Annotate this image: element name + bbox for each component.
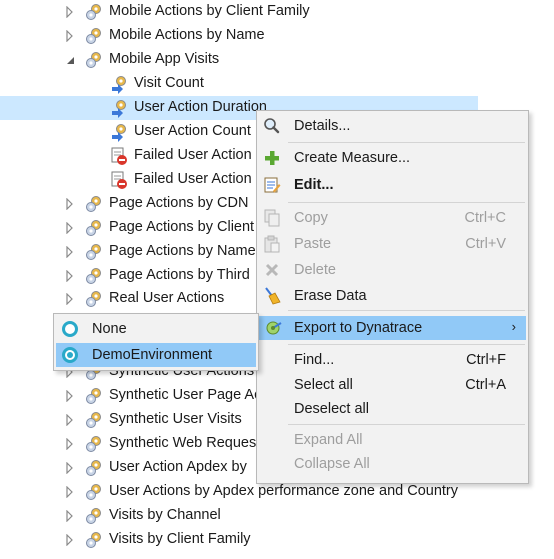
gear-group-icon bbox=[84, 289, 104, 309]
gear-group-icon bbox=[84, 218, 104, 238]
gear-group-icon bbox=[84, 50, 104, 70]
menu-item-delete[interactable]: Delete bbox=[257, 258, 528, 282]
tree-row-label: User Action Count bbox=[134, 123, 251, 139]
tree-row-label: Synthetic Web Reques bbox=[109, 435, 257, 451]
menu-separator bbox=[288, 142, 525, 143]
submenu-item-demoenvironment[interactable]: DemoEnvironment bbox=[56, 343, 256, 367]
copy-icon bbox=[262, 208, 282, 228]
menu-item-erase-data[interactable]: Erase Data bbox=[257, 284, 528, 308]
tree-row-label: Synthetic User Page Ac bbox=[109, 387, 262, 403]
tree-row-label: Page Actions by CDN bbox=[109, 195, 249, 211]
tree-row[interactable]: Visits by Channel bbox=[0, 504, 478, 528]
menu-item-create-measure[interactable]: Create Measure... bbox=[257, 146, 528, 170]
failed-measure-icon bbox=[109, 170, 129, 190]
gear-group-icon bbox=[84, 266, 104, 286]
gear-group-icon bbox=[84, 410, 104, 430]
gear-group-icon bbox=[84, 242, 104, 262]
collapsed-twisty-icon[interactable] bbox=[65, 510, 75, 522]
tree-row[interactable]: Mobile App Visits bbox=[0, 48, 478, 72]
menu-separator bbox=[288, 310, 525, 311]
tree-row-label: Visits by Client Family bbox=[109, 531, 251, 547]
measure-icon bbox=[109, 74, 129, 94]
gear-group-icon bbox=[84, 26, 104, 46]
collapsed-twisty-icon[interactable] bbox=[65, 198, 75, 210]
expanded-twisty-icon[interactable] bbox=[65, 54, 75, 66]
menu-item-paste[interactable]: Paste Ctrl+V bbox=[257, 232, 528, 256]
delete-icon bbox=[262, 260, 282, 280]
menu-item-select-all[interactable]: Select all Ctrl+A bbox=[257, 373, 528, 397]
menu-item-details[interactable]: Details... bbox=[257, 114, 528, 138]
collapsed-twisty-icon[interactable] bbox=[65, 390, 75, 402]
tree-row-label: User Action Apdex by bbox=[109, 459, 247, 475]
collapsed-twisty-icon[interactable] bbox=[65, 270, 75, 282]
gear-group-icon bbox=[84, 386, 104, 406]
tree-row-label: Failed User Action bbox=[134, 147, 252, 163]
submenu-item-none[interactable]: None bbox=[56, 317, 256, 341]
tree-row[interactable]: Visits by Client Family bbox=[0, 528, 478, 552]
submenu-arrow-icon: › bbox=[511, 319, 516, 334]
measure-icon bbox=[109, 122, 129, 142]
collapsed-twisty-icon[interactable] bbox=[65, 534, 75, 546]
collapsed-twisty-icon[interactable] bbox=[65, 438, 75, 450]
magnifier-icon bbox=[262, 116, 282, 136]
export-submenu: None DemoEnvironment bbox=[53, 313, 259, 371]
collapsed-twisty-icon[interactable] bbox=[65, 462, 75, 474]
menu-item-find[interactable]: Find... Ctrl+F bbox=[257, 348, 528, 372]
collapsed-twisty-icon[interactable] bbox=[65, 6, 75, 18]
menu-separator bbox=[288, 344, 525, 345]
gear-group-icon bbox=[84, 434, 104, 454]
menu-separator bbox=[288, 202, 525, 203]
gear-group-icon bbox=[84, 458, 104, 478]
collapsed-twisty-icon[interactable] bbox=[65, 30, 75, 42]
export-icon bbox=[264, 318, 284, 338]
menu-item-deselect-all[interactable]: Deselect all bbox=[257, 397, 528, 421]
tree-row-label: Page Actions by Third bbox=[109, 267, 250, 283]
menu-item-edit[interactable]: Edit... bbox=[257, 173, 528, 197]
tree-row-label: User Actions by Apdex performance zone a… bbox=[109, 483, 458, 499]
menu-item-export-to-dynatrace[interactable]: Export to Dynatrace › bbox=[259, 316, 526, 340]
tree-row-label: Failed User Action bbox=[134, 171, 252, 187]
tree-row-label: Synthetic User Visits bbox=[109, 411, 242, 427]
plus-icon bbox=[262, 148, 282, 168]
tree-row-label: Mobile Actions by Name bbox=[109, 27, 265, 43]
tree-row-label: Mobile App Visits bbox=[109, 51, 220, 67]
paste-icon bbox=[262, 234, 282, 254]
tree-row[interactable]: Mobile Actions by Name bbox=[0, 24, 478, 48]
menu-separator bbox=[288, 424, 525, 425]
gear-group-icon bbox=[84, 482, 104, 502]
collapsed-twisty-icon[interactable] bbox=[65, 414, 75, 426]
broom-icon bbox=[262, 286, 282, 306]
gear-group-icon bbox=[84, 2, 104, 22]
tree-row-label: Visit Count bbox=[134, 75, 204, 91]
failed-measure-icon bbox=[109, 146, 129, 166]
menu-item-expand-all[interactable]: Expand All bbox=[257, 428, 528, 452]
edit-icon bbox=[262, 175, 282, 195]
tree-row-label: Real User Actions bbox=[109, 290, 225, 306]
measure-icon bbox=[109, 98, 129, 118]
tree-row-label: User Action Duration bbox=[134, 99, 267, 115]
collapsed-twisty-icon[interactable] bbox=[65, 246, 75, 258]
collapsed-twisty-icon[interactable] bbox=[65, 486, 75, 498]
radio-unchecked-icon bbox=[62, 321, 78, 337]
gear-group-icon bbox=[84, 506, 104, 526]
menu-item-copy[interactable]: Copy Ctrl+C bbox=[257, 206, 528, 230]
tree-row[interactable]: Visit Count bbox=[0, 72, 478, 96]
gear-group-icon bbox=[84, 194, 104, 214]
tree-row-label: Page Actions by Name bbox=[109, 243, 256, 259]
tree-row[interactable]: Mobile Actions by Client Family bbox=[0, 0, 478, 24]
collapsed-twisty-icon[interactable] bbox=[65, 222, 75, 234]
radio-checked-icon bbox=[62, 347, 78, 363]
tree-row-label: Mobile Actions by Client Family bbox=[109, 3, 310, 19]
context-menu: Details... Create Measure... Edit... Cop… bbox=[256, 110, 529, 484]
gear-group-icon bbox=[84, 530, 104, 550]
collapsed-twisty-icon[interactable] bbox=[65, 293, 75, 305]
menu-item-collapse-all[interactable]: Collapse All bbox=[257, 452, 528, 476]
tree-row-label: Page Actions by Client bbox=[109, 219, 255, 235]
tree-row-label: Visits by Channel bbox=[109, 507, 221, 523]
